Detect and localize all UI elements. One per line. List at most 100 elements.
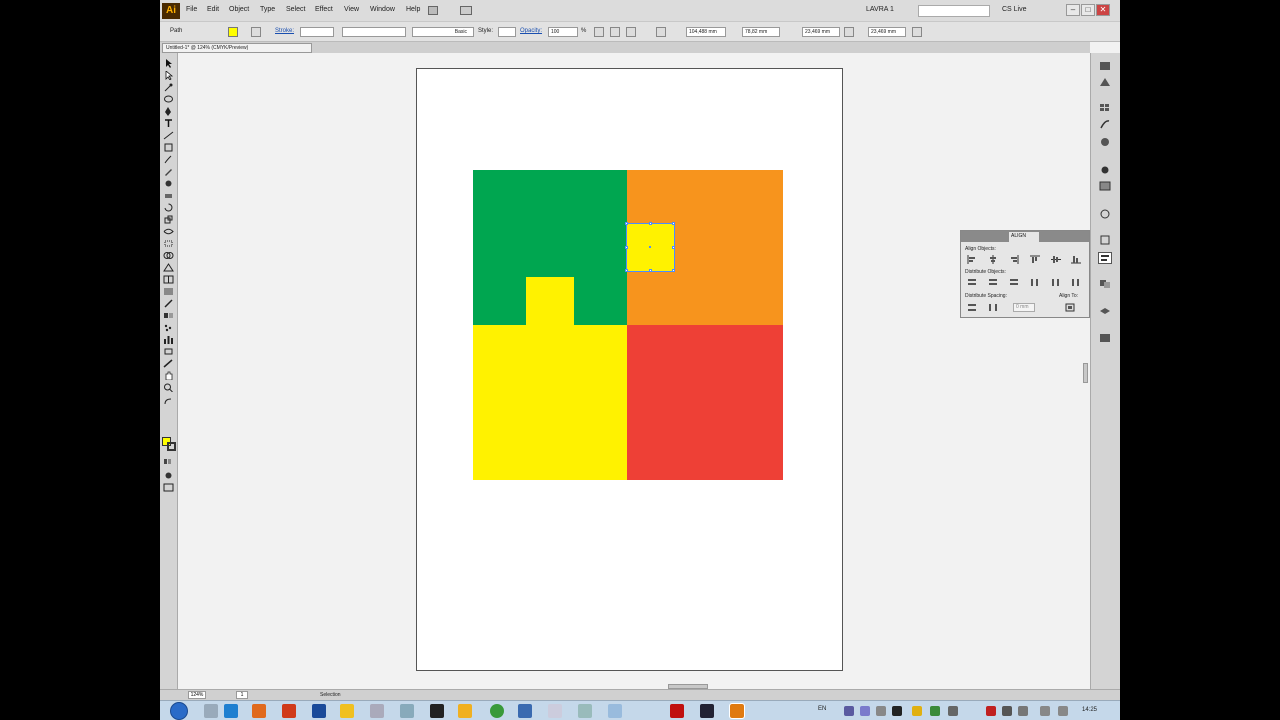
bridge-icon[interactable]: [428, 6, 438, 15]
horizontal-align-left-icon[interactable]: [967, 255, 977, 264]
color-panel-icon[interactable]: [1099, 61, 1111, 71]
tab-align[interactable]: ALIGN: [1009, 232, 1039, 242]
vertical-distribute-bottom-icon[interactable]: [1009, 278, 1019, 287]
magic-wand-tool-icon[interactable]: [163, 83, 174, 92]
vertical-align-center-icon[interactable]: [1051, 255, 1061, 264]
gradient-tool-icon[interactable]: [163, 287, 174, 296]
horizontal-distribute-space-icon[interactable]: [988, 303, 998, 312]
graphic-style-field[interactable]: [498, 27, 516, 37]
canvas-area[interactable]: [178, 53, 1090, 689]
taskbar-app-icon[interactable]: [670, 704, 684, 718]
stroke-panel-icon[interactable]: [1099, 165, 1111, 175]
menu-file[interactable]: File: [186, 6, 197, 13]
selection-handle[interactable]: [649, 269, 652, 272]
taskbar-app-icon[interactable]: [608, 704, 622, 718]
vertical-align-top-icon[interactable]: [1030, 255, 1040, 264]
illustrator-taskbar-icon[interactable]: [729, 703, 745, 719]
blob-brush-tool-icon[interactable]: [163, 179, 174, 188]
close-button[interactable]: ✕: [1096, 4, 1110, 16]
x-field[interactable]: 104,488 mm: [686, 27, 726, 37]
minimize-button[interactable]: –: [1066, 4, 1080, 16]
taskbar-app-icon[interactable]: [370, 704, 384, 718]
width-tool-icon[interactable]: [163, 227, 174, 236]
tray-icon[interactable]: [1002, 706, 1012, 716]
stroke-color-box[interactable]: [167, 442, 176, 451]
horizontal-distribute-right-icon[interactable]: [1071, 278, 1081, 287]
rotate-tool-icon[interactable]: [163, 203, 174, 212]
mesh-tool-icon[interactable]: [163, 275, 174, 284]
pen-tool-icon[interactable]: [163, 107, 174, 116]
appearance-panel-icon[interactable]: [1099, 235, 1111, 245]
align-panel-icon[interactable]: [1098, 252, 1112, 264]
align-to-selection-icon[interactable]: [1065, 303, 1075, 312]
tray-icon[interactable]: [986, 706, 996, 716]
symbol-sprayer-tool-icon[interactable]: [163, 323, 174, 332]
artboard-tool-icon[interactable]: [163, 347, 174, 356]
pathfinder-panel-icon[interactable]: [1099, 279, 1111, 289]
taskbar-app-icon[interactable]: [700, 704, 714, 718]
width-field[interactable]: 23,469 mm: [802, 27, 840, 37]
horizontal-distribute-left-icon[interactable]: [1030, 278, 1040, 287]
vertical-scrollbar[interactable]: [1083, 363, 1088, 383]
cs-live-button[interactable]: CS Live: [1002, 6, 1027, 13]
vertical-distribute-center-icon[interactable]: [988, 278, 998, 287]
taskbar-app-icon[interactable]: [400, 704, 414, 718]
scale-tool-icon[interactable]: [163, 215, 174, 224]
vertical-align-bottom-icon[interactable]: [1071, 255, 1081, 264]
symbols-panel-icon[interactable]: [1099, 137, 1111, 147]
document-setup-icon[interactable]: [626, 27, 636, 37]
isolate-group-icon[interactable]: [610, 27, 620, 37]
clock[interactable]: 14:25: [1082, 707, 1097, 713]
slice-tool-icon[interactable]: [163, 359, 174, 368]
taskbar-app-icon[interactable]: [282, 704, 296, 718]
align-icon[interactable]: [656, 27, 666, 37]
language-indicator[interactable]: EN: [818, 706, 826, 712]
menu-type[interactable]: Type: [260, 6, 275, 13]
zoom-field[interactable]: 124%: [188, 691, 206, 699]
horizontal-align-right-icon[interactable]: [1009, 255, 1019, 264]
tray-icon[interactable]: [844, 706, 854, 716]
workspace-switcher[interactable]: LAVRA 1: [866, 6, 894, 13]
taskbar-app-icon[interactable]: [518, 704, 532, 718]
paintbrush-tool-icon[interactable]: [163, 155, 174, 164]
help-search-input[interactable]: [918, 5, 990, 17]
selection-handle[interactable]: [672, 269, 675, 272]
vertical-distribute-space-icon[interactable]: [967, 303, 977, 312]
taskbar-app-icon[interactable]: [312, 704, 326, 718]
brush-definition[interactable]: Basic: [412, 27, 474, 37]
stroke-swatch[interactable]: [251, 27, 261, 37]
tray-icon[interactable]: [1018, 706, 1028, 716]
tray-icon[interactable]: [892, 706, 902, 716]
tray-icon[interactable]: [860, 706, 870, 716]
blend-tool-icon[interactable]: [163, 311, 174, 320]
transparency-panel-icon[interactable]: [1099, 209, 1111, 219]
folder-icon[interactable]: [340, 704, 354, 718]
taskbar-app-icon[interactable]: [548, 704, 562, 718]
selection-handle[interactable]: [625, 246, 628, 249]
vertical-distribute-top-icon[interactable]: [967, 278, 977, 287]
current-tool-status[interactable]: Selection: [320, 692, 341, 698]
recolor-artwork-icon[interactable]: [594, 27, 604, 37]
color-mode-icon[interactable]: [163, 457, 174, 466]
menu-view[interactable]: View: [344, 6, 359, 13]
selection-tool-icon[interactable]: [163, 59, 174, 68]
menu-effect[interactable]: Effect: [315, 6, 333, 13]
opacity-label[interactable]: Opacity:: [520, 28, 542, 34]
variable-width-profile[interactable]: [342, 27, 406, 37]
shape-builder-tool-icon[interactable]: [163, 251, 174, 260]
selection-handle[interactable]: [625, 222, 628, 225]
pencil-tool-icon[interactable]: [163, 167, 174, 176]
menu-object[interactable]: Object: [229, 6, 249, 13]
maximize-button[interactable]: □: [1081, 4, 1095, 16]
artboards-panel-icon[interactable]: [1099, 333, 1111, 343]
swap-fill-stroke-icon[interactable]: [163, 397, 174, 406]
stroke-label[interactable]: Stroke:: [275, 28, 294, 34]
color-guide-panel-icon[interactable]: [1099, 77, 1111, 87]
selection-handle[interactable]: [672, 246, 675, 249]
drawing-mode-icon[interactable]: [163, 471, 174, 480]
yellow-square[interactable]: [473, 325, 627, 480]
screen-mode-icon[interactable]: [163, 483, 174, 492]
taskbar-app-icon[interactable]: [204, 704, 218, 718]
spacing-input[interactable]: 0 mm: [1013, 303, 1035, 312]
rectangle-tool-icon[interactable]: [163, 143, 174, 152]
